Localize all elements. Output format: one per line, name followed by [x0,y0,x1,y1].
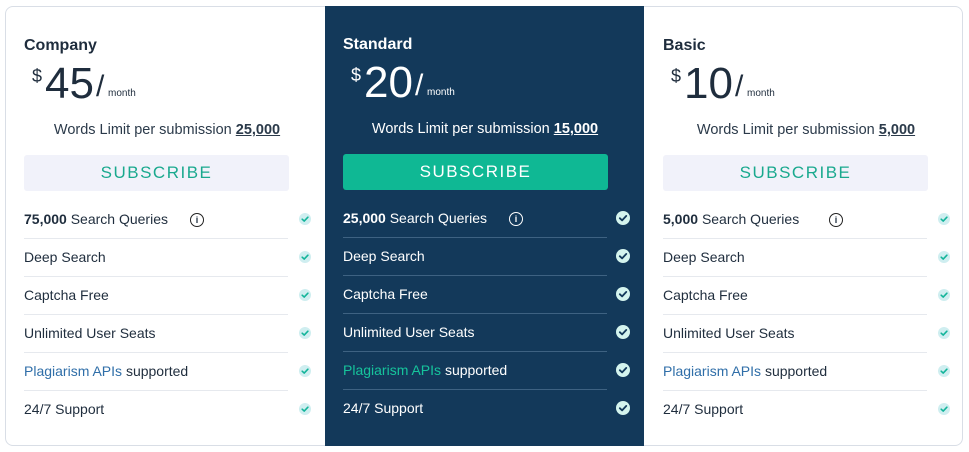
info-icon[interactable]: i [509,212,523,226]
check-icon [938,365,950,377]
subscribe-button[interactable]: SUBSCRIBE [343,154,608,190]
check-icon [938,403,950,415]
feature-list: 75,000 Search Queries i Deep Search Capt… [24,201,311,428]
plan-card-basic: Basic $ 10 / month Words Limit per submi… [644,6,963,446]
feature-label: Unlimited User Seats [24,325,156,341]
feature-user-seats: Unlimited User Seats [663,315,950,353]
feature-captcha-free: Captcha Free [24,277,311,315]
feature-captcha-free: Captcha Free [343,276,630,314]
feature-label: Captcha Free [24,287,109,303]
feature-label: Deep Search [24,249,106,265]
plan-card-standard: Standard $ 20 / month Words Limit per su… [325,6,644,446]
feature-deep-search: Deep Search [24,239,311,277]
feature-user-seats: Unlimited User Seats [24,315,311,353]
price-period: month [747,88,775,99]
feature-label: Deep Search [343,248,425,264]
check-icon [299,213,311,225]
check-icon [938,289,950,301]
price-slash: / [735,70,744,103]
plan-name: Standard [343,36,413,53]
words-limit-value: 25,000 [235,122,281,138]
feature-label: 24/7 Support [663,401,744,417]
price-currency: $ [32,66,43,86]
check-icon [299,403,311,415]
feature-captcha-free: Captcha Free [663,277,950,315]
feature-deep-search: Deep Search [663,239,950,277]
feature-plagiarism-apis: Plagiarism APIs supported [663,353,950,391]
subscribe-button[interactable]: SUBSCRIBE [663,155,928,191]
feature-label: 24/7 Support [343,400,424,416]
check-icon [616,211,630,225]
feature-label: supported [444,362,508,378]
words-limit-value: 15,000 [553,121,599,137]
words-limit: Words Limit per submission 15,000 [343,119,627,139]
plagiarism-apis-link[interactable]: Plagiarism APIs [24,363,122,379]
check-icon [616,363,630,377]
words-limit-value: 5,000 [878,122,916,138]
queries-count: 5,000 [663,211,699,227]
plagiarism-apis-link[interactable]: Plagiarism APIs [343,362,441,378]
words-limit-label: Words Limit per submission [696,122,875,138]
feature-search-queries: 5,000 Search Queries i [663,201,950,239]
price-period: month [427,87,455,98]
feature-support: 24/7 Support [663,391,950,428]
feature-label: Deep Search [663,249,745,265]
check-icon [938,327,950,339]
queries-label: Search Queries [389,210,487,226]
feature-label: supported [125,363,189,379]
price-amount: 45 [45,59,94,108]
price-amount: 20 [364,58,413,107]
feature-label: 24/7 Support [24,401,105,417]
feature-label: Captcha Free [343,286,428,302]
check-icon [938,213,950,225]
price-currency: $ [351,65,362,85]
words-limit: Words Limit per submission 25,000 [24,120,310,140]
feature-label: supported [764,363,828,379]
check-icon [299,251,311,263]
feature-plagiarism-apis: Plagiarism APIs supported [24,353,311,391]
plagiarism-apis-link[interactable]: Plagiarism APIs [663,363,761,379]
words-limit-label: Words Limit per submission [371,121,550,137]
price: $ 10 / month [663,59,949,112]
check-icon [299,327,311,339]
price-slash: / [415,69,424,102]
price: $ 45 / month [24,59,310,112]
feature-label: Captcha Free [663,287,748,303]
check-icon [616,249,630,263]
words-limit: Words Limit per submission 5,000 [663,120,949,140]
feature-user-seats: Unlimited User Seats [343,314,630,352]
plan-card-company: Company $ 45 / month Words Limit per sub… [5,6,325,446]
check-icon [299,289,311,301]
check-icon [299,365,311,377]
feature-label: Unlimited User Seats [663,325,795,341]
check-icon [616,287,630,301]
feature-search-queries: 25,000 Search Queries i [343,200,630,238]
feature-support: 24/7 Support [343,390,630,427]
check-icon [616,325,630,339]
feature-list: 5,000 Search Queries i Deep Search Captc… [663,201,950,428]
subscribe-button[interactable]: SUBSCRIBE [24,155,289,191]
info-icon[interactable]: i [190,213,204,227]
check-icon [938,251,950,263]
queries-label: Search Queries [701,211,800,227]
price-amount: 10 [684,59,733,108]
price: $ 20 / month [343,58,627,111]
queries-count: 75,000 [24,211,67,227]
feature-deep-search: Deep Search [343,238,630,276]
feature-list: 25,000 Search Queries i Deep Search Capt… [343,200,630,427]
info-icon[interactable]: i [829,213,843,227]
price-slash: / [96,70,105,103]
feature-plagiarism-apis: Plagiarism APIs supported [343,352,630,390]
words-limit-label: Words Limit per submission [53,122,232,138]
price-period: month [108,88,136,99]
queries-count: 25,000 [343,210,386,226]
plan-name: Basic [663,37,706,54]
queries-label: Search Queries [70,211,168,227]
plan-name: Company [24,37,97,54]
feature-label: Unlimited User Seats [343,324,475,340]
feature-support: 24/7 Support [24,391,311,428]
feature-search-queries: 75,000 Search Queries i [24,201,311,239]
check-icon [616,401,630,415]
price-currency: $ [671,66,682,86]
